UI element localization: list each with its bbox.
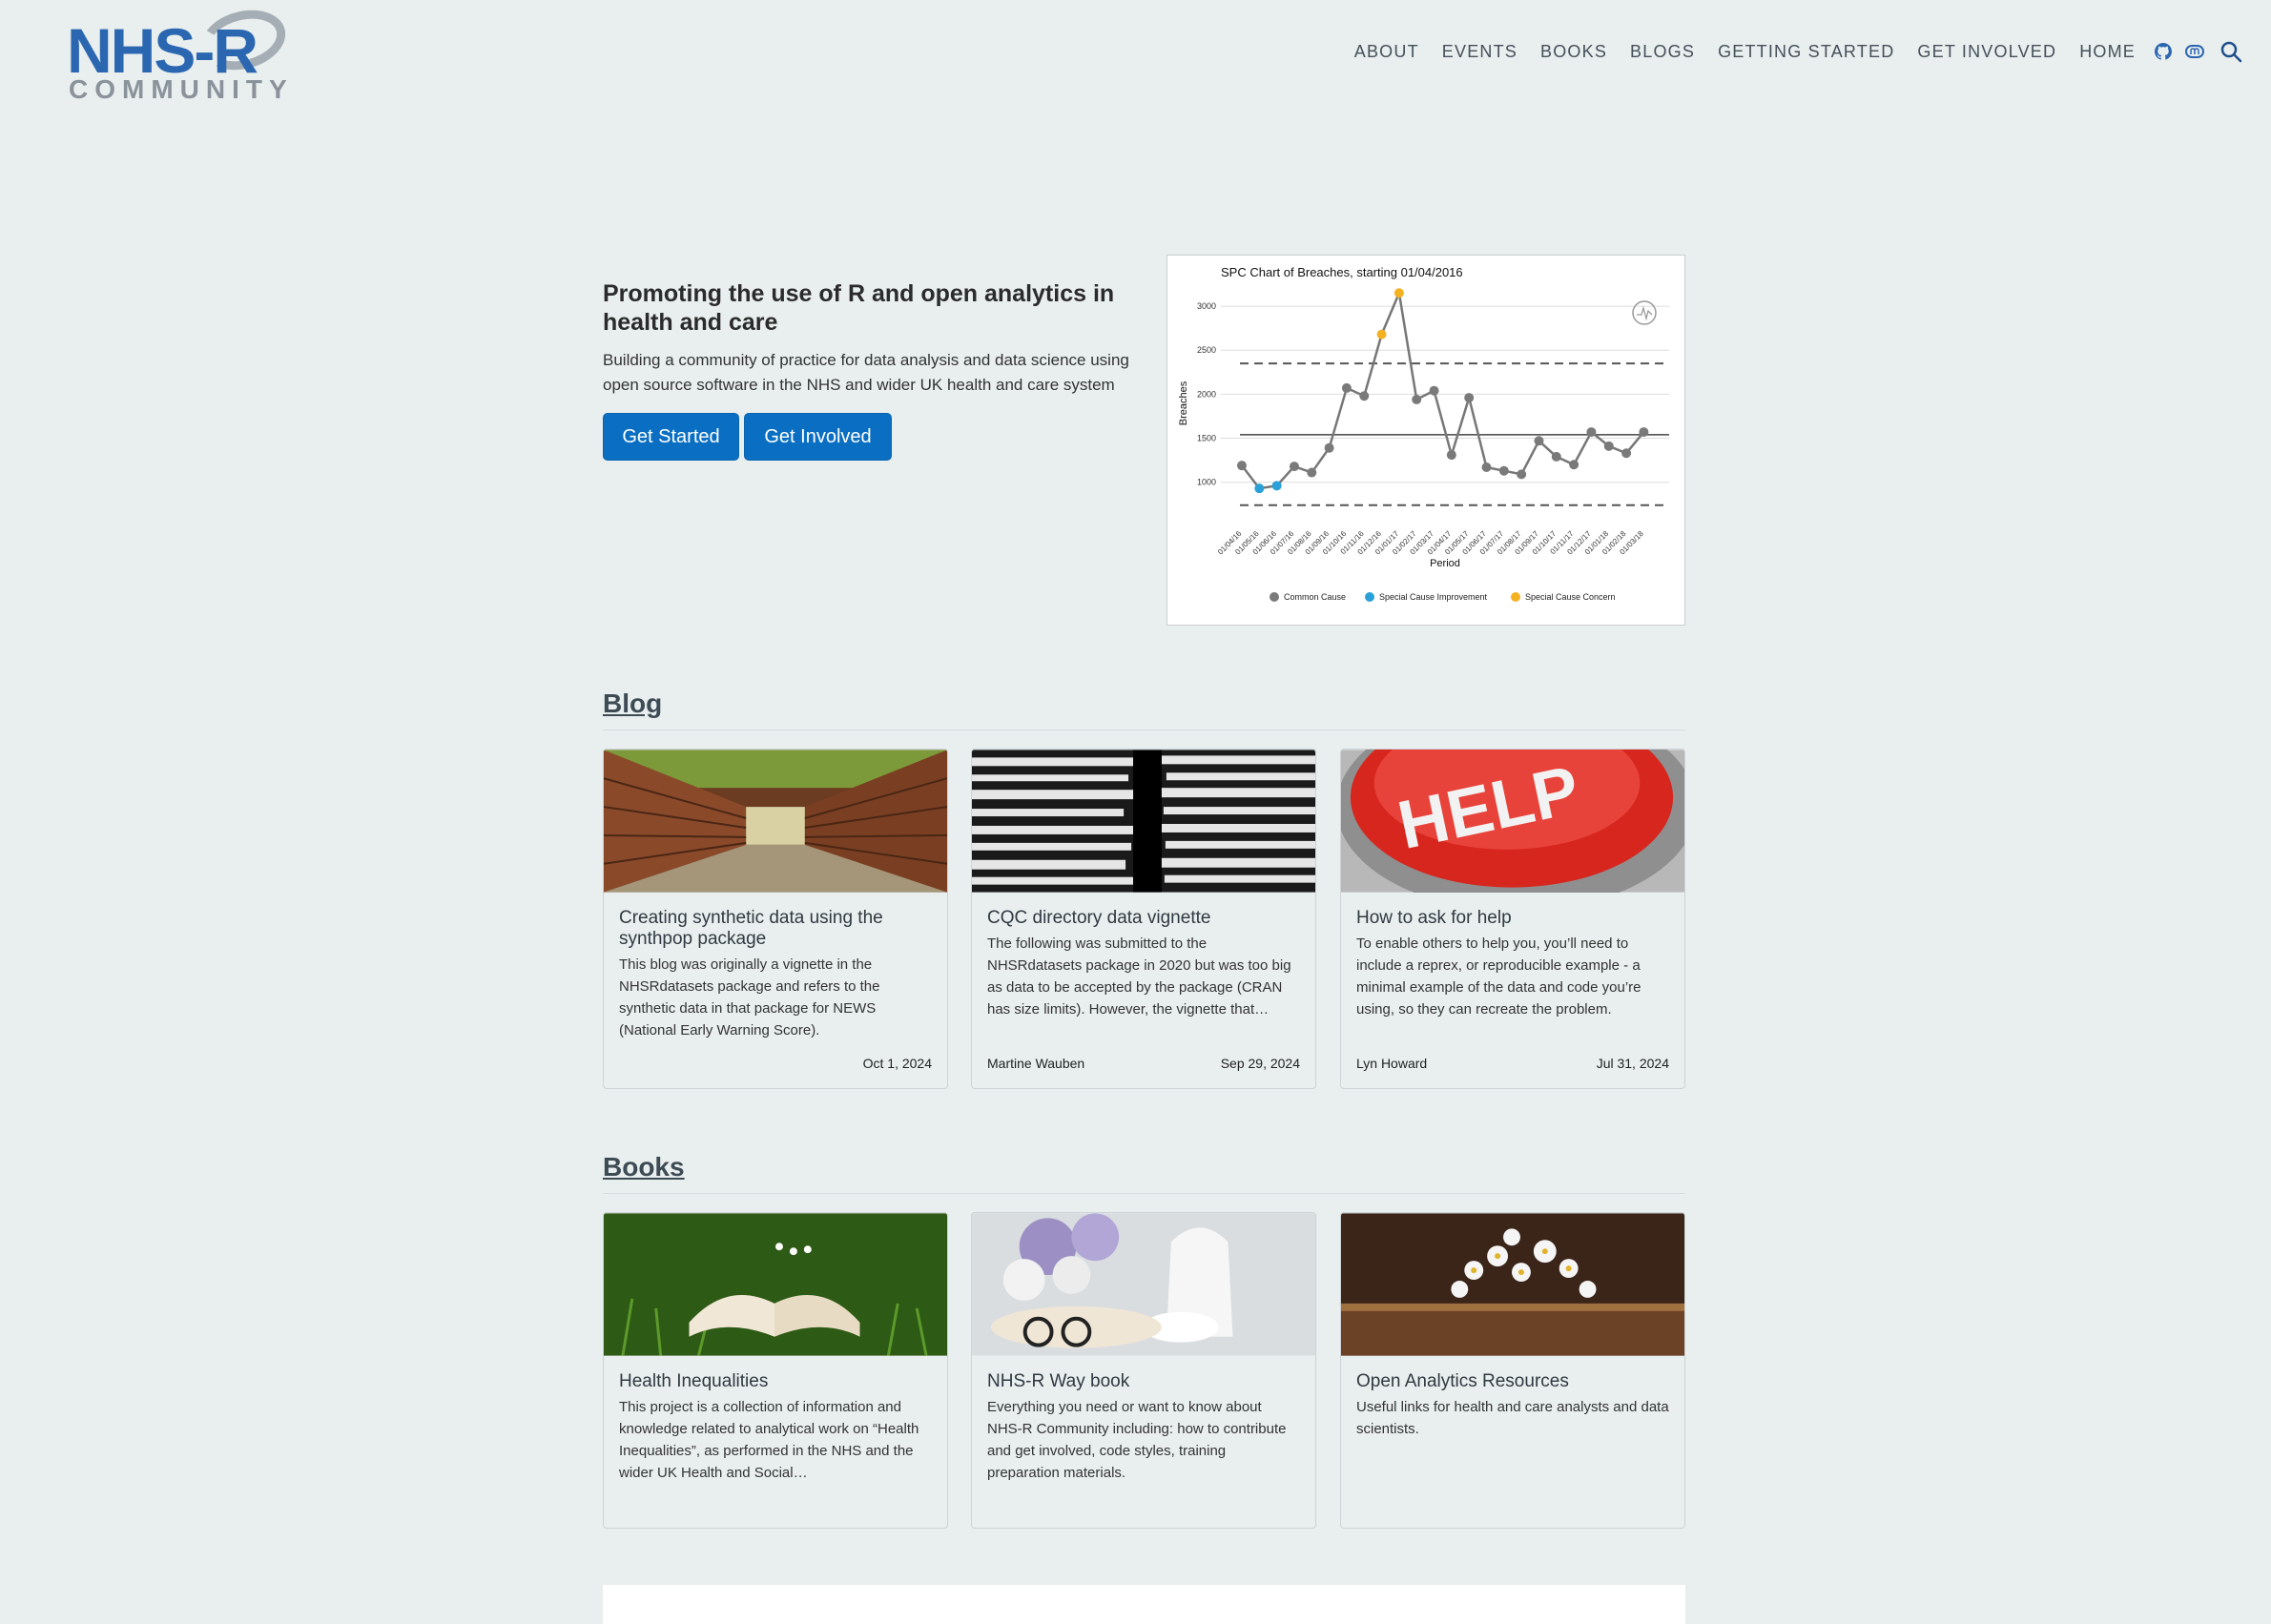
- chart-data-point: [1394, 288, 1404, 298]
- blog-card-title: Creating synthetic data using the synthp…: [619, 908, 883, 949]
- chart-data-point: [1429, 385, 1439, 396]
- blog-card-footer: Martine Wauben Sep 29, 2024: [987, 1056, 1300, 1071]
- chart-data-point: [1534, 436, 1544, 446]
- chart-ytick-label: 2500: [1197, 345, 1216, 355]
- chart-data-point: [1639, 427, 1649, 438]
- get-involved-button[interactable]: Get Involved: [744, 413, 892, 461]
- blog-card[interactable]: HELP How to ask for help To enable other…: [1340, 749, 1685, 1089]
- mastodon-icon[interactable]: [2185, 44, 2204, 59]
- book-card-description: Everything you need or want to know abou…: [987, 1399, 1287, 1481]
- spc-chart: SPC Chart of Breaches, starting 01/04/20…: [1166, 255, 1685, 626]
- chart-series-line: [1241, 288, 1645, 490]
- nav-events[interactable]: EVENTS: [1442, 42, 1517, 62]
- blog-section-title[interactable]: Blog: [603, 689, 662, 719]
- chart-data-point: [1376, 329, 1387, 339]
- chart-data-point: [1498, 465, 1509, 476]
- nhsr-community-logo[interactable]: NHS-R COMMUNITY: [67, 1, 296, 107]
- blog-card-footer: Lyn Howard Jul 31, 2024: [1356, 1056, 1669, 1071]
- chart-data-point: [1551, 451, 1561, 462]
- hero-subtitle: Building a community of practice for dat…: [603, 351, 1129, 394]
- book-card-image-flowers-on-book: [1341, 1213, 1684, 1356]
- blog-card-date: Oct 1, 2024: [862, 1056, 932, 1071]
- chart-xaxis-label: Period: [1430, 558, 1460, 569]
- blog-card-date: Sep 29, 2024: [1220, 1056, 1300, 1071]
- chart-legend-marker: [1365, 592, 1374, 602]
- hero-buttons: Get Started Get Involved: [603, 413, 1137, 461]
- book-card-description: This project is a collection of informat…: [619, 1399, 919, 1481]
- blog-card-footer: Oct 1, 2024: [619, 1056, 932, 1071]
- chart-legend-label: Special Cause Improvement: [1379, 592, 1488, 602]
- spc-chart-svg: SPC Chart of Breaches, starting 01/04/20…: [1178, 265, 1669, 602]
- chart-legend-label: Common Cause: [1284, 592, 1346, 602]
- blog-card-author: Martine Wauben: [987, 1056, 1085, 1071]
- book-card[interactable]: Open Analytics Resources Useful links fo…: [1340, 1212, 1685, 1529]
- nav-books[interactable]: BOOKS: [1540, 42, 1607, 62]
- book-card[interactable]: NHS-R Way book Everything you need or wa…: [971, 1212, 1316, 1529]
- chart-data-point: [1324, 442, 1334, 453]
- chart-data-point: [1412, 394, 1422, 404]
- chart-data-point: [1341, 382, 1352, 393]
- blog-card-image-file-stacks: [972, 750, 1315, 893]
- book-card[interactable]: Health Inequalities This project is a co…: [603, 1212, 948, 1529]
- blog-card-title: How to ask for help: [1356, 908, 1512, 928]
- chart-legend-marker: [1511, 592, 1520, 602]
- book-card-image-open-book: [604, 1213, 947, 1356]
- chart-data-point: [1586, 427, 1597, 438]
- chart-data-point: [1464, 393, 1475, 403]
- chart-data-point: [1603, 441, 1614, 451]
- chart-icon-line: [1637, 305, 1653, 321]
- hero-section: Promoting the use of R and open analytic…: [603, 279, 1137, 461]
- get-started-button[interactable]: Get Started: [603, 413, 739, 461]
- chart-yaxis-label: Breaches: [1178, 380, 1189, 425]
- book-card-title: NHS-R Way book: [987, 1371, 1130, 1391]
- nav-getting-started[interactable]: GETTING STARTED: [1718, 42, 1894, 62]
- search-icon[interactable]: [2219, 40, 2242, 63]
- chart-legend-marker: [1270, 592, 1279, 602]
- books-divider: [603, 1193, 1685, 1194]
- blog-card-author: Lyn Howard: [1356, 1056, 1428, 1071]
- main-nav: ABOUT EVENTS BOOKS BLOGS GETTING STARTED…: [1332, 40, 2242, 63]
- book-card-image-lilacs-teacup: [972, 1213, 1315, 1356]
- logo-sub-text: COMMUNITY: [69, 74, 294, 104]
- blog-card-description: The following was submitted to the NHSRd…: [987, 935, 1291, 1018]
- chart-ytick-label: 1000: [1197, 478, 1216, 487]
- blog-card-image-help-button: HELP: [1341, 750, 1684, 893]
- hero-title: Promoting the use of R and open analytic…: [603, 280, 1115, 336]
- chart-data-point: [1237, 461, 1247, 471]
- chart-data-point: [1517, 469, 1527, 480]
- github-icon[interactable]: [2155, 43, 2172, 60]
- chart-data-point: [1254, 483, 1265, 494]
- logo-main-text: NHS-R: [67, 15, 258, 86]
- book-card-title: Health Inequalities: [619, 1371, 769, 1391]
- blog-card[interactable]: CQC directory data vignette The followin…: [971, 749, 1316, 1089]
- chart-data-point: [1289, 462, 1299, 472]
- chart-data-point: [1621, 448, 1632, 459]
- blog-card-image-corridor: [604, 750, 947, 893]
- blog-card-description: This blog was originally a vignette in t…: [619, 956, 880, 1038]
- nav-get-involved[interactable]: GET INVOLVED: [1917, 42, 2056, 62]
- nav-home[interactable]: HOME: [2079, 42, 2136, 62]
- books-section-title[interactable]: Books: [603, 1152, 685, 1182]
- chart-data-point: [1481, 463, 1492, 472]
- nav-blogs[interactable]: BLOGS: [1630, 42, 1695, 62]
- blog-card-description: To enable others to help you, you’ll nee…: [1356, 935, 1641, 1018]
- blog-card[interactable]: Creating synthetic data using the synthp…: [603, 749, 948, 1089]
- blog-card-title: CQC directory data vignette: [987, 908, 1211, 928]
- blog-card-date: Jul 31, 2024: [1596, 1056, 1669, 1071]
- chart-ytick-label: 2000: [1197, 389, 1216, 399]
- book-card-description: Useful links for health and care analyst…: [1356, 1399, 1669, 1437]
- chart-ytick-label: 1500: [1197, 434, 1216, 443]
- chart-title: SPC Chart of Breaches, starting 01/04/20…: [1221, 265, 1463, 279]
- book-card-title: Open Analytics Resources: [1356, 1371, 1569, 1391]
- chart-data-point: [1446, 450, 1456, 461]
- chart-ytick-label: 3000: [1197, 301, 1216, 311]
- nav-about[interactable]: ABOUT: [1354, 42, 1419, 62]
- chart-data-point: [1569, 460, 1579, 470]
- chart-data-point: [1307, 467, 1317, 478]
- navbar: NHS-R COMMUNITY ABOUT EVENTS BOOKS BLOGS…: [0, 0, 2271, 114]
- partners-strip: [603, 1585, 1685, 1624]
- chart-data-point: [1359, 391, 1370, 401]
- chart-data-point: [1271, 481, 1282, 491]
- chart-legend-label: Special Cause Concern: [1525, 592, 1616, 602]
